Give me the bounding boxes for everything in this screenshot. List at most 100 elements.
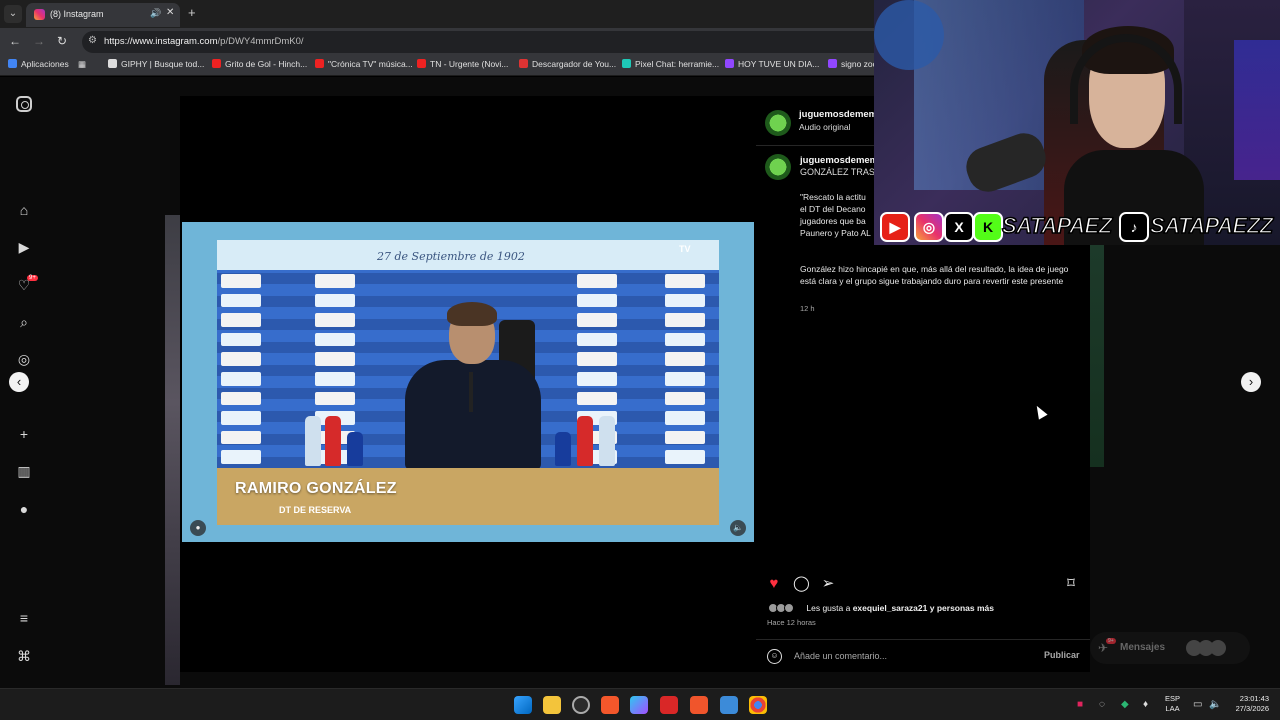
speaker-hair	[447, 302, 497, 326]
reels-icon[interactable]: ▶	[16, 239, 32, 255]
microphone	[469, 372, 473, 412]
volume-icon[interactable]: 🔈	[1209, 699, 1221, 710]
home-icon[interactable]: ⌂	[16, 202, 32, 218]
post-actions: ♥ ◯ ➢ ⌑	[756, 571, 1090, 599]
youtube-icon	[417, 59, 426, 68]
dashboard-icon[interactable]: ▥	[16, 463, 32, 479]
bookmark-cronica[interactable]: "Crónica TV" música...	[315, 59, 413, 69]
avatar[interactable]	[765, 154, 791, 180]
messages-label: Mensajes	[1120, 642, 1166, 653]
clock[interactable]: 23:01:43 27/3/2026	[1225, 694, 1269, 714]
speaker-body	[405, 360, 541, 470]
close-icon[interactable]: ✕	[166, 7, 174, 18]
mute-icon[interactable]: 🔈	[730, 520, 746, 536]
bookmark-tn[interactable]: TN - Urgente (Novi...	[417, 59, 508, 69]
water-bottle	[305, 416, 321, 466]
bookmarks-bar: Aplicaciones ▦ GIPHY | Busque tod... Gri…	[0, 56, 875, 76]
post-media[interactable]: 27 de Septiembre de 1902 TV RAMIRO GONZÁ…	[180, 96, 756, 672]
gatorade-bottle	[577, 416, 593, 466]
threads-icon[interactable]: ⌘	[16, 648, 32, 664]
club-crest	[874, 0, 944, 70]
avatar[interactable]	[765, 110, 791, 136]
emoji-icon[interactable]: ☺	[767, 649, 782, 664]
reload-icon[interactable]: ↻	[57, 34, 67, 48]
back-icon[interactable]: ←	[9, 34, 21, 48]
brave-icon[interactable]	[690, 696, 708, 714]
bookmark-icon[interactable]: ⌑	[1063, 576, 1079, 592]
video-player[interactable]: 27 de Septiembre de 1902 TV RAMIRO GONZÁ…	[182, 222, 754, 542]
message-avatars	[1186, 640, 1236, 656]
page-icon	[108, 59, 117, 68]
tab-search-button[interactable]: ⌄	[4, 5, 22, 23]
pepsi-can	[555, 432, 571, 466]
windows-taskbar: ■ ◌ ◆ ♦ ESP LAA ▭ 🔈 23:01:43 27/3/2026	[0, 688, 1280, 720]
kick-icon: K	[973, 212, 1003, 242]
sponsor-column	[221, 274, 261, 464]
network-icon[interactable]: ▭	[1193, 699, 1202, 710]
brave-icon[interactable]	[601, 696, 619, 714]
tv-logo: TV	[679, 244, 691, 254]
copilot-icon[interactable]	[630, 696, 648, 714]
pepsi-can	[347, 432, 363, 466]
previous-post-button[interactable]: ‹	[9, 372, 29, 392]
tab-instagram[interactable]: (8) Instagram 🔊 ✕	[26, 3, 180, 27]
next-post-button[interactable]: ›	[1241, 372, 1261, 392]
file-explorer-icon[interactable]	[543, 696, 561, 714]
background-feed-strip-right	[1089, 245, 1104, 467]
start-icon[interactable]	[514, 696, 532, 714]
messages-button[interactable]: ✈ 9+ Mensajes	[1090, 632, 1250, 664]
address-bar[interactable]: ⚙ https://www.instagram.com/p/DWY4mmrDmK…	[82, 31, 875, 53]
caption-username[interactable]: juguemosdemem	[800, 155, 878, 166]
user-tag-icon[interactable]: ●	[190, 520, 206, 536]
grid-icon[interactable]: ▦	[78, 59, 86, 70]
bookmark-giphy[interactable]: GIPHY | Busque tod...	[108, 59, 204, 69]
backdrop-date: 27 de Septiembre de 1902	[377, 250, 525, 263]
media-app-icon[interactable]	[660, 696, 678, 714]
publish-button[interactable]: Publicar	[1044, 650, 1080, 660]
audio-label[interactable]: Audio original	[799, 122, 851, 132]
bookmark-signo[interactable]: signo zoc	[828, 59, 875, 69]
caption-timestamp: 12 h	[800, 304, 815, 313]
explore-icon[interactable]: ◎	[16, 351, 32, 367]
tray-app-icon[interactable]: ■	[1077, 699, 1083, 710]
bookmark-hoy[interactable]: HOY TUVE UN DIA...	[725, 59, 819, 69]
likes-summary[interactable]: Les gusta a exequiel_saraza21 y personas…	[768, 603, 994, 613]
share-icon[interactable]: ➢	[820, 576, 836, 592]
search-icon[interactable]: ⌕	[16, 314, 32, 330]
post-username[interactable]: juguemosdemem	[799, 109, 877, 120]
comment-bar: ☺ Publicar	[756, 639, 1090, 672]
twitch-icon	[725, 59, 734, 68]
lower-third-name: RAMIRO GONZÁLEZ	[235, 480, 397, 497]
caption-body: González hizo hincapié en que, más allá …	[800, 264, 1069, 286]
forward-icon[interactable]: →	[33, 34, 45, 48]
menu-icon[interactable]: ≡	[16, 610, 32, 626]
led-light	[1234, 40, 1280, 180]
speaker-icon[interactable]: 🔊	[150, 8, 161, 19]
site-info-icon[interactable]: ⚙	[88, 35, 97, 46]
bookmark-pixelchat[interactable]: Pixel Chat: herramie...	[622, 59, 719, 69]
youtube-icon: ▶	[880, 212, 910, 242]
create-icon[interactable]: +	[16, 426, 32, 442]
twitch-icon	[828, 59, 837, 68]
profile-icon[interactable]: ●	[16, 501, 32, 517]
instagram-icon: ◎	[914, 212, 944, 242]
bookmark-descargador[interactable]: Descargador de You...	[519, 59, 616, 69]
browser-navbar: ← → ↻ ⚙ https://www.instagram.com/p/DWY4…	[0, 28, 875, 56]
language-indicator[interactable]: ESP LAA	[1165, 694, 1180, 714]
instagram-logo-icon[interactable]	[16, 96, 32, 112]
tab-title: (8) Instagram	[50, 9, 104, 19]
tray-app-icon[interactable]: ◌	[1099, 699, 1105, 710]
messages-badge: 9+	[1106, 638, 1116, 644]
comment-icon[interactable]: ◯	[793, 576, 810, 592]
notepad-icon[interactable]	[720, 696, 738, 714]
like-heart-icon[interactable]: ♥	[766, 576, 782, 592]
bookmark-apps[interactable]: Aplicaciones	[8, 59, 69, 69]
tray-app-icon[interactable]: ◆	[1121, 699, 1129, 710]
microphone-icon[interactable]: ♦	[1143, 699, 1148, 710]
comment-input[interactable]	[794, 648, 1024, 664]
bookmark-grito[interactable]: Grito de Gol - Hinch...	[212, 59, 307, 69]
new-tab-button[interactable]: +	[188, 5, 196, 20]
chrome-icon[interactable]	[749, 696, 767, 714]
obs-icon[interactable]	[572, 696, 590, 714]
youtube-icon	[315, 59, 324, 68]
